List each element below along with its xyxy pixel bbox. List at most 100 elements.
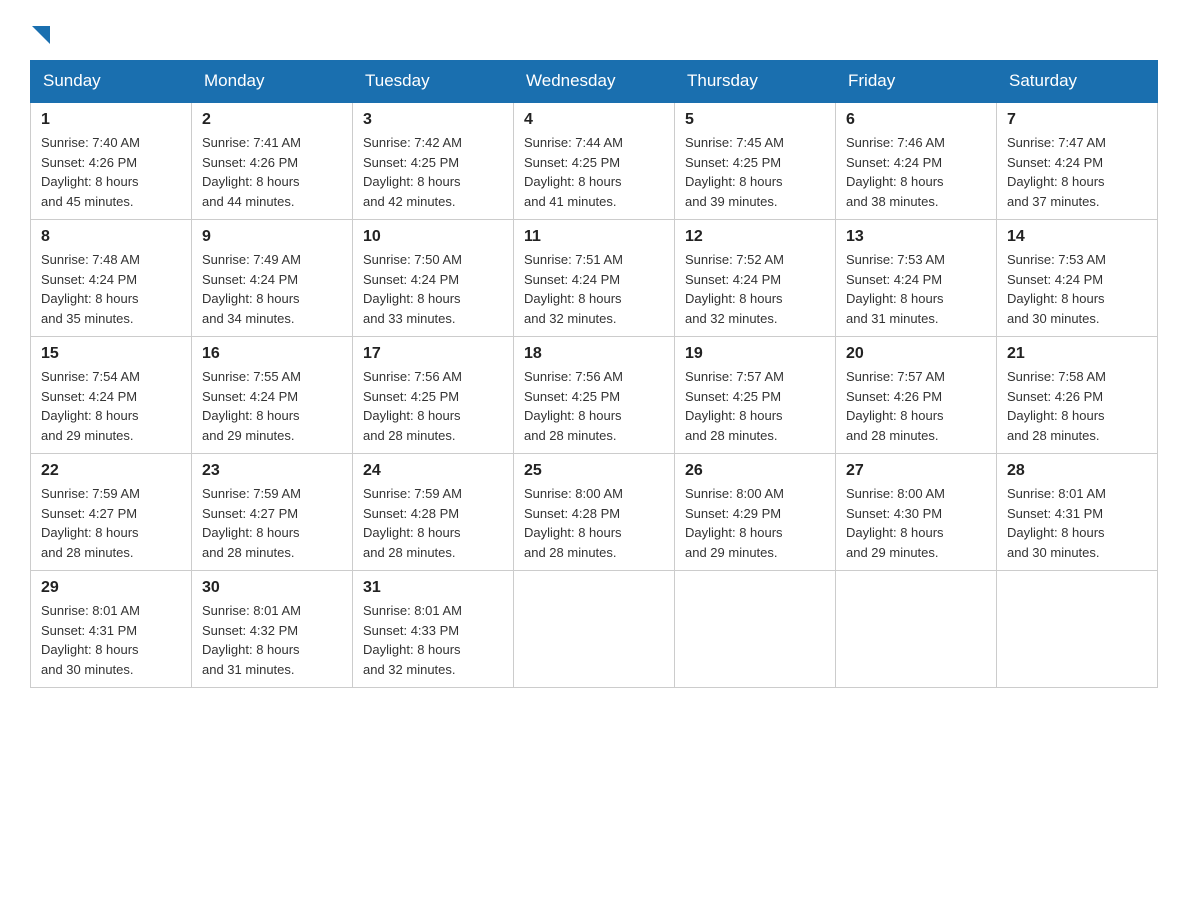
calendar-cell: 14 Sunrise: 7:53 AM Sunset: 4:24 PM Dayl… bbox=[997, 220, 1158, 337]
calendar-cell: 13 Sunrise: 7:53 AM Sunset: 4:24 PM Dayl… bbox=[836, 220, 997, 337]
calendar-week-1: 1 Sunrise: 7:40 AM Sunset: 4:26 PM Dayli… bbox=[31, 102, 1158, 220]
day-number: 30 bbox=[202, 579, 342, 597]
calendar-week-3: 15 Sunrise: 7:54 AM Sunset: 4:24 PM Dayl… bbox=[31, 337, 1158, 454]
calendar-cell: 15 Sunrise: 7:54 AM Sunset: 4:24 PM Dayl… bbox=[31, 337, 192, 454]
header-tuesday: Tuesday bbox=[353, 61, 514, 103]
header-wednesday: Wednesday bbox=[514, 61, 675, 103]
calendar-cell: 28 Sunrise: 8:01 AM Sunset: 4:31 PM Dayl… bbox=[997, 454, 1158, 571]
calendar-cell: 30 Sunrise: 8:01 AM Sunset: 4:32 PM Dayl… bbox=[192, 571, 353, 688]
header-thursday: Thursday bbox=[675, 61, 836, 103]
day-info: Sunrise: 7:40 AM Sunset: 4:26 PM Dayligh… bbox=[41, 133, 181, 211]
day-info: Sunrise: 7:45 AM Sunset: 4:25 PM Dayligh… bbox=[685, 133, 825, 211]
calendar-cell: 24 Sunrise: 7:59 AM Sunset: 4:28 PM Dayl… bbox=[353, 454, 514, 571]
calendar-cell: 20 Sunrise: 7:57 AM Sunset: 4:26 PM Dayl… bbox=[836, 337, 997, 454]
calendar-cell: 12 Sunrise: 7:52 AM Sunset: 4:24 PM Dayl… bbox=[675, 220, 836, 337]
day-info: Sunrise: 7:55 AM Sunset: 4:24 PM Dayligh… bbox=[202, 367, 342, 445]
day-number: 2 bbox=[202, 111, 342, 129]
calendar-week-4: 22 Sunrise: 7:59 AM Sunset: 4:27 PM Dayl… bbox=[31, 454, 1158, 571]
day-number: 23 bbox=[202, 462, 342, 480]
calendar-cell: 22 Sunrise: 7:59 AM Sunset: 4:27 PM Dayl… bbox=[31, 454, 192, 571]
day-info: Sunrise: 7:58 AM Sunset: 4:26 PM Dayligh… bbox=[1007, 367, 1147, 445]
day-info: Sunrise: 7:53 AM Sunset: 4:24 PM Dayligh… bbox=[1007, 250, 1147, 328]
day-info: Sunrise: 8:01 AM Sunset: 4:31 PM Dayligh… bbox=[1007, 484, 1147, 562]
calendar-cell bbox=[997, 571, 1158, 688]
calendar-cell bbox=[675, 571, 836, 688]
day-number: 19 bbox=[685, 345, 825, 363]
day-info: Sunrise: 8:01 AM Sunset: 4:31 PM Dayligh… bbox=[41, 601, 181, 679]
calendar-cell: 31 Sunrise: 8:01 AM Sunset: 4:33 PM Dayl… bbox=[353, 571, 514, 688]
calendar-cell: 18 Sunrise: 7:56 AM Sunset: 4:25 PM Dayl… bbox=[514, 337, 675, 454]
day-number: 28 bbox=[1007, 462, 1147, 480]
day-number: 26 bbox=[685, 462, 825, 480]
day-info: Sunrise: 7:46 AM Sunset: 4:24 PM Dayligh… bbox=[846, 133, 986, 211]
day-info: Sunrise: 7:50 AM Sunset: 4:24 PM Dayligh… bbox=[363, 250, 503, 328]
day-info: Sunrise: 8:00 AM Sunset: 4:30 PM Dayligh… bbox=[846, 484, 986, 562]
day-number: 18 bbox=[524, 345, 664, 363]
calendar-cell: 11 Sunrise: 7:51 AM Sunset: 4:24 PM Dayl… bbox=[514, 220, 675, 337]
day-number: 7 bbox=[1007, 111, 1147, 129]
calendar-cell: 8 Sunrise: 7:48 AM Sunset: 4:24 PM Dayli… bbox=[31, 220, 192, 337]
calendar-cell: 3 Sunrise: 7:42 AM Sunset: 4:25 PM Dayli… bbox=[353, 102, 514, 220]
day-number: 25 bbox=[524, 462, 664, 480]
calendar-cell: 10 Sunrise: 7:50 AM Sunset: 4:24 PM Dayl… bbox=[353, 220, 514, 337]
calendar-cell: 2 Sunrise: 7:41 AM Sunset: 4:26 PM Dayli… bbox=[192, 102, 353, 220]
day-number: 13 bbox=[846, 228, 986, 246]
day-number: 12 bbox=[685, 228, 825, 246]
day-number: 21 bbox=[1007, 345, 1147, 363]
page-header bbox=[30, 20, 1158, 40]
day-info: Sunrise: 7:54 AM Sunset: 4:24 PM Dayligh… bbox=[41, 367, 181, 445]
day-number: 20 bbox=[846, 345, 986, 363]
calendar-header-row: SundayMondayTuesdayWednesdayThursdayFrid… bbox=[31, 61, 1158, 103]
day-info: Sunrise: 7:52 AM Sunset: 4:24 PM Dayligh… bbox=[685, 250, 825, 328]
calendar-cell: 6 Sunrise: 7:46 AM Sunset: 4:24 PM Dayli… bbox=[836, 102, 997, 220]
day-info: Sunrise: 7:42 AM Sunset: 4:25 PM Dayligh… bbox=[363, 133, 503, 211]
logo bbox=[30, 20, 50, 40]
calendar-cell: 27 Sunrise: 8:00 AM Sunset: 4:30 PM Dayl… bbox=[836, 454, 997, 571]
day-number: 24 bbox=[363, 462, 503, 480]
day-info: Sunrise: 7:56 AM Sunset: 4:25 PM Dayligh… bbox=[363, 367, 503, 445]
day-info: Sunrise: 8:01 AM Sunset: 4:33 PM Dayligh… bbox=[363, 601, 503, 679]
day-info: Sunrise: 7:57 AM Sunset: 4:26 PM Dayligh… bbox=[846, 367, 986, 445]
day-info: Sunrise: 7:53 AM Sunset: 4:24 PM Dayligh… bbox=[846, 250, 986, 328]
header-sunday: Sunday bbox=[31, 61, 192, 103]
day-number: 17 bbox=[363, 345, 503, 363]
day-number: 10 bbox=[363, 228, 503, 246]
day-number: 1 bbox=[41, 111, 181, 129]
day-info: Sunrise: 7:49 AM Sunset: 4:24 PM Dayligh… bbox=[202, 250, 342, 328]
calendar-cell: 21 Sunrise: 7:58 AM Sunset: 4:26 PM Dayl… bbox=[997, 337, 1158, 454]
day-info: Sunrise: 7:59 AM Sunset: 4:27 PM Dayligh… bbox=[202, 484, 342, 562]
calendar-cell bbox=[836, 571, 997, 688]
calendar-cell: 25 Sunrise: 8:00 AM Sunset: 4:28 PM Dayl… bbox=[514, 454, 675, 571]
day-number: 4 bbox=[524, 111, 664, 129]
calendar-cell: 19 Sunrise: 7:57 AM Sunset: 4:25 PM Dayl… bbox=[675, 337, 836, 454]
day-number: 6 bbox=[846, 111, 986, 129]
calendar-week-2: 8 Sunrise: 7:48 AM Sunset: 4:24 PM Dayli… bbox=[31, 220, 1158, 337]
day-number: 16 bbox=[202, 345, 342, 363]
header-friday: Friday bbox=[836, 61, 997, 103]
day-number: 31 bbox=[363, 579, 503, 597]
day-number: 9 bbox=[202, 228, 342, 246]
day-number: 14 bbox=[1007, 228, 1147, 246]
day-number: 5 bbox=[685, 111, 825, 129]
day-number: 15 bbox=[41, 345, 181, 363]
day-info: Sunrise: 7:48 AM Sunset: 4:24 PM Dayligh… bbox=[41, 250, 181, 328]
calendar-cell: 26 Sunrise: 8:00 AM Sunset: 4:29 PM Dayl… bbox=[675, 454, 836, 571]
calendar-table: SundayMondayTuesdayWednesdayThursdayFrid… bbox=[30, 60, 1158, 688]
calendar-cell: 9 Sunrise: 7:49 AM Sunset: 4:24 PM Dayli… bbox=[192, 220, 353, 337]
calendar-cell: 5 Sunrise: 7:45 AM Sunset: 4:25 PM Dayli… bbox=[675, 102, 836, 220]
day-info: Sunrise: 7:47 AM Sunset: 4:24 PM Dayligh… bbox=[1007, 133, 1147, 211]
day-info: Sunrise: 7:59 AM Sunset: 4:28 PM Dayligh… bbox=[363, 484, 503, 562]
calendar-week-5: 29 Sunrise: 8:01 AM Sunset: 4:31 PM Dayl… bbox=[31, 571, 1158, 688]
logo-arrow-icon bbox=[32, 26, 50, 44]
calendar-cell: 29 Sunrise: 8:01 AM Sunset: 4:31 PM Dayl… bbox=[31, 571, 192, 688]
day-info: Sunrise: 7:51 AM Sunset: 4:24 PM Dayligh… bbox=[524, 250, 664, 328]
calendar-cell: 4 Sunrise: 7:44 AM Sunset: 4:25 PM Dayli… bbox=[514, 102, 675, 220]
header-saturday: Saturday bbox=[997, 61, 1158, 103]
calendar-cell: 16 Sunrise: 7:55 AM Sunset: 4:24 PM Dayl… bbox=[192, 337, 353, 454]
calendar-cell: 7 Sunrise: 7:47 AM Sunset: 4:24 PM Dayli… bbox=[997, 102, 1158, 220]
day-info: Sunrise: 7:41 AM Sunset: 4:26 PM Dayligh… bbox=[202, 133, 342, 211]
header-monday: Monday bbox=[192, 61, 353, 103]
day-number: 22 bbox=[41, 462, 181, 480]
day-info: Sunrise: 7:44 AM Sunset: 4:25 PM Dayligh… bbox=[524, 133, 664, 211]
day-number: 3 bbox=[363, 111, 503, 129]
